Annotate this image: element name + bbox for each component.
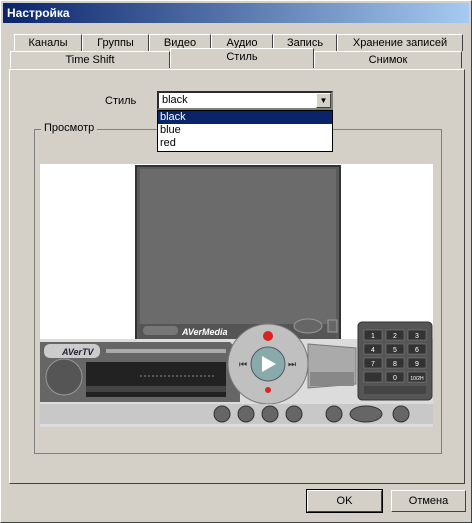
- tab-style[interactable]: Стиль: [170, 48, 314, 68]
- keypad-slider: [364, 386, 426, 394]
- title-bar: Настройка: [3, 3, 469, 23]
- cancel-button[interactable]: Отмена: [391, 490, 466, 512]
- window-title: Настройка: [7, 6, 70, 20]
- brand-slider: [143, 326, 178, 335]
- video-screen: [140, 169, 336, 324]
- key-1-label: 1: [371, 333, 375, 340]
- key-3-label: 3: [415, 333, 419, 340]
- forward-icon: ⏭: [288, 359, 296, 369]
- close-icon: [327, 319, 338, 333]
- eye-icon: [349, 405, 383, 423]
- volume-slider: [106, 349, 226, 353]
- style-select-value: black: [162, 94, 188, 106]
- display-bar: [86, 386, 226, 392]
- chevron-down-icon[interactable]: ▼: [316, 93, 331, 108]
- rewind-icon: ⏮: [239, 359, 247, 369]
- avertv-logo: AVerTV: [61, 347, 95, 357]
- toolbar-strip: [310, 372, 354, 386]
- preview-group-title: Просмотр: [41, 122, 98, 134]
- ok-button[interactable]: OK: [306, 489, 383, 513]
- brand-logo: AVerMedia: [181, 327, 228, 337]
- tab-time-shift[interactable]: Time Shift: [10, 51, 170, 68]
- key-2-label: 2: [393, 333, 397, 340]
- key-7-label: 7: [371, 361, 375, 368]
- key-4-label: 4: [371, 347, 375, 354]
- tab-groups[interactable]: Группы: [82, 34, 149, 51]
- save-icon: [261, 405, 279, 423]
- key-6-label: 6: [415, 347, 419, 354]
- power-icon: [392, 405, 410, 423]
- key-refresh: [363, 371, 383, 383]
- key-0-label: 0: [393, 375, 397, 382]
- player-skin-preview: AVerMedia AVerTV ⏮ ⏭ 1 2 3 4 5 6 7 8 9 0…: [40, 165, 433, 427]
- key-9-label: 9: [415, 361, 419, 368]
- settings-window: Настройка Каналы Группы Видео Аудио Запи…: [0, 0, 472, 523]
- key-8-label: 8: [393, 361, 397, 368]
- music-icon: [237, 405, 255, 423]
- style-label: Стиль: [105, 95, 137, 107]
- info-icon: [325, 405, 343, 423]
- snapshot-icon: [213, 405, 231, 423]
- style-option-red[interactable]: red: [158, 137, 332, 150]
- style-option-blue[interactable]: blue: [158, 124, 332, 137]
- tab-channels[interactable]: Каналы: [14, 34, 82, 51]
- tab-snapshot[interactable]: Снимок: [314, 51, 462, 68]
- mini-eye-icon: [293, 318, 323, 334]
- preview-area: AVerMedia AVerTV ⏮ ⏭ 1 2 3 4 5 6 7 8 9 0…: [40, 164, 433, 427]
- style-select[interactable]: black ▼: [157, 91, 333, 110]
- style-dropdown-list: black blue red: [157, 110, 333, 152]
- record-icon: [263, 331, 273, 341]
- key-10-label: 10/2H: [410, 376, 424, 382]
- key-5-label: 5: [393, 347, 397, 354]
- mode-dial: [45, 358, 83, 396]
- refresh-icon: [285, 405, 303, 423]
- style-option-black[interactable]: black: [158, 111, 332, 124]
- tab-record-storage[interactable]: Хранение записей: [337, 34, 463, 51]
- stop-dot-icon: [265, 387, 271, 393]
